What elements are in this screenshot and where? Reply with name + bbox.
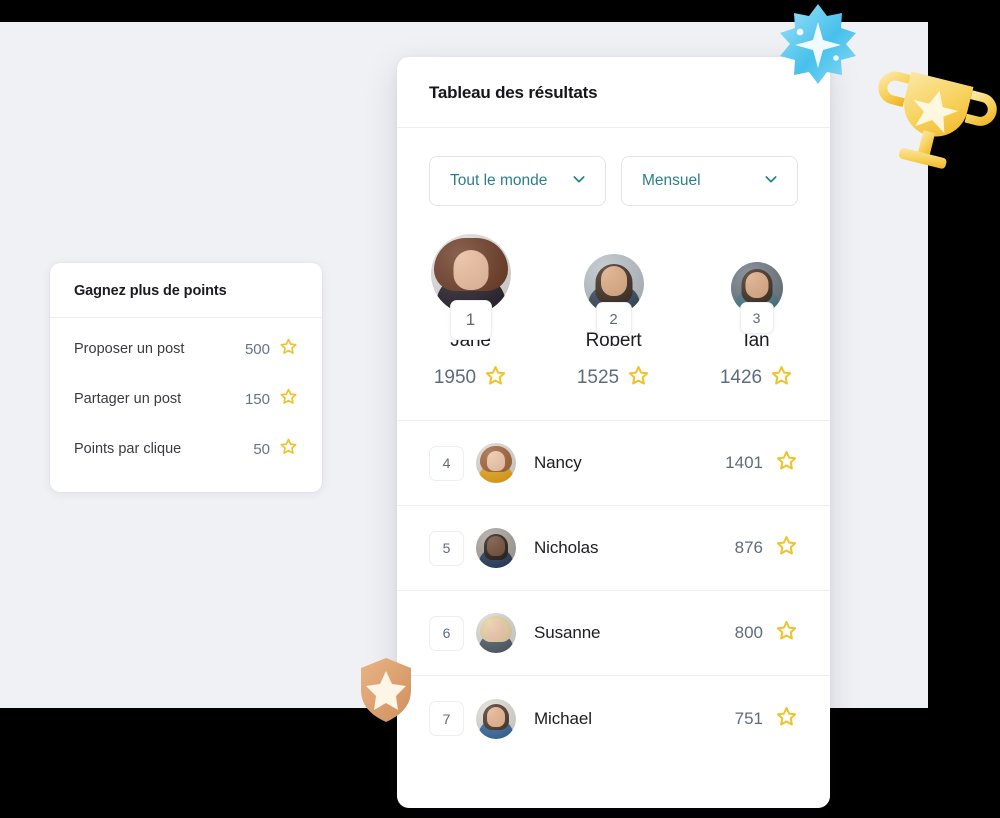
star-icon	[775, 449, 798, 477]
avatar-wrap: 1	[430, 234, 511, 340]
row-name: Nicholas	[534, 538, 599, 557]
podium-score: 1426	[719, 367, 763, 388]
avatar	[476, 698, 516, 739]
star-icon	[627, 364, 650, 392]
filter-period-label: Mensuel	[642, 172, 701, 189]
row-rank: 6	[429, 615, 464, 651]
avatar	[476, 613, 516, 653]
star-icon	[770, 364, 793, 392]
avatar	[476, 443, 516, 483]
row-score: 751	[734, 708, 763, 728]
earn-points-label: Partager un post	[74, 391, 182, 407]
leaderboard-list: 4 Nancy 1401 5 Nicholas 876 6 Susanne 80…	[397, 421, 830, 761]
podium-place-1[interactable]: 1 Jane 1950	[399, 234, 542, 392]
earn-points-row: Proposer un post 500	[74, 324, 298, 374]
earn-points-label: Points par clique	[74, 441, 182, 457]
leaderboard-filters: Tout le monde Mensuel	[397, 128, 830, 206]
star-icon	[279, 437, 298, 461]
star-icon	[775, 619, 798, 647]
row-name: Susanne	[534, 623, 601, 642]
star-icon	[775, 534, 798, 562]
row-score: 800	[734, 623, 763, 642]
rank-badge: 3	[739, 302, 774, 334]
earn-points-title: Gagnez plus de points	[74, 283, 227, 299]
avatar	[476, 528, 516, 568]
star-icon	[484, 364, 507, 392]
earn-points-value: 50	[253, 440, 270, 458]
earn-points-card: Gagnez plus de points Proposer un post 5…	[50, 263, 322, 492]
row-score: 876	[734, 538, 763, 557]
avatar-wrap: 3	[730, 262, 783, 334]
rank-badge: 1	[449, 300, 492, 340]
earn-points-row: Points par clique 50	[74, 424, 298, 474]
podium-score-row: 1426	[720, 364, 793, 392]
chevron-down-icon	[571, 171, 587, 192]
row-score: 1401	[725, 453, 763, 472]
chevron-down-icon	[763, 171, 779, 192]
table-row[interactable]: 4 Nancy 1401	[397, 421, 830, 506]
page-title: Tableau des résultats	[429, 83, 598, 102]
filter-audience-dropdown[interactable]: Tout le monde	[429, 156, 606, 206]
podium-score-row: 1950	[434, 364, 507, 392]
earn-points-header: Gagnez plus de points	[50, 263, 322, 318]
table-row[interactable]: 5 Nicholas 876	[397, 506, 830, 591]
podium-place-3[interactable]: 3 Ian 1426	[685, 262, 828, 392]
filter-audience-label: Tout le monde	[450, 172, 548, 189]
table-row[interactable]: 6 Susanne 800	[397, 591, 830, 676]
avatar-wrap: 2	[583, 254, 644, 336]
star-icon	[775, 705, 798, 733]
row-name: Nancy	[534, 453, 582, 472]
rank-badge: 2	[595, 302, 632, 336]
earn-points-value: 150	[244, 390, 270, 408]
leaderboard-header: Tableau des résultats	[397, 57, 830, 128]
filter-period-dropdown[interactable]: Mensuel	[621, 156, 798, 206]
earn-points-row: Partager un post 150	[74, 374, 298, 424]
earn-points-label: Proposer un post	[74, 341, 185, 357]
star-icon	[279, 337, 298, 361]
row-rank: 4	[429, 445, 464, 481]
podium-score: 1525	[576, 367, 620, 388]
row-rank: 5	[429, 530, 464, 566]
podium-score: 1950	[433, 367, 477, 388]
star-icon	[279, 387, 298, 411]
row-name: Michael	[534, 708, 592, 728]
earn-points-list: Proposer un post 500 Partager un post 15…	[50, 318, 322, 492]
earn-points-value: 500	[244, 340, 270, 358]
row-rank: 7	[429, 701, 464, 736]
podium-score-row: 1525	[577, 364, 650, 392]
podium-place-2[interactable]: 2 Robert 1525	[542, 254, 685, 392]
table-row[interactable]: 7 Michael 751	[397, 676, 830, 761]
podium: 1 Jane 1950 2 Robert 1525 3 Ian 1426	[397, 206, 830, 421]
leaderboard-panel: Tableau des résultats Tout le monde Mens…	[397, 57, 830, 808]
